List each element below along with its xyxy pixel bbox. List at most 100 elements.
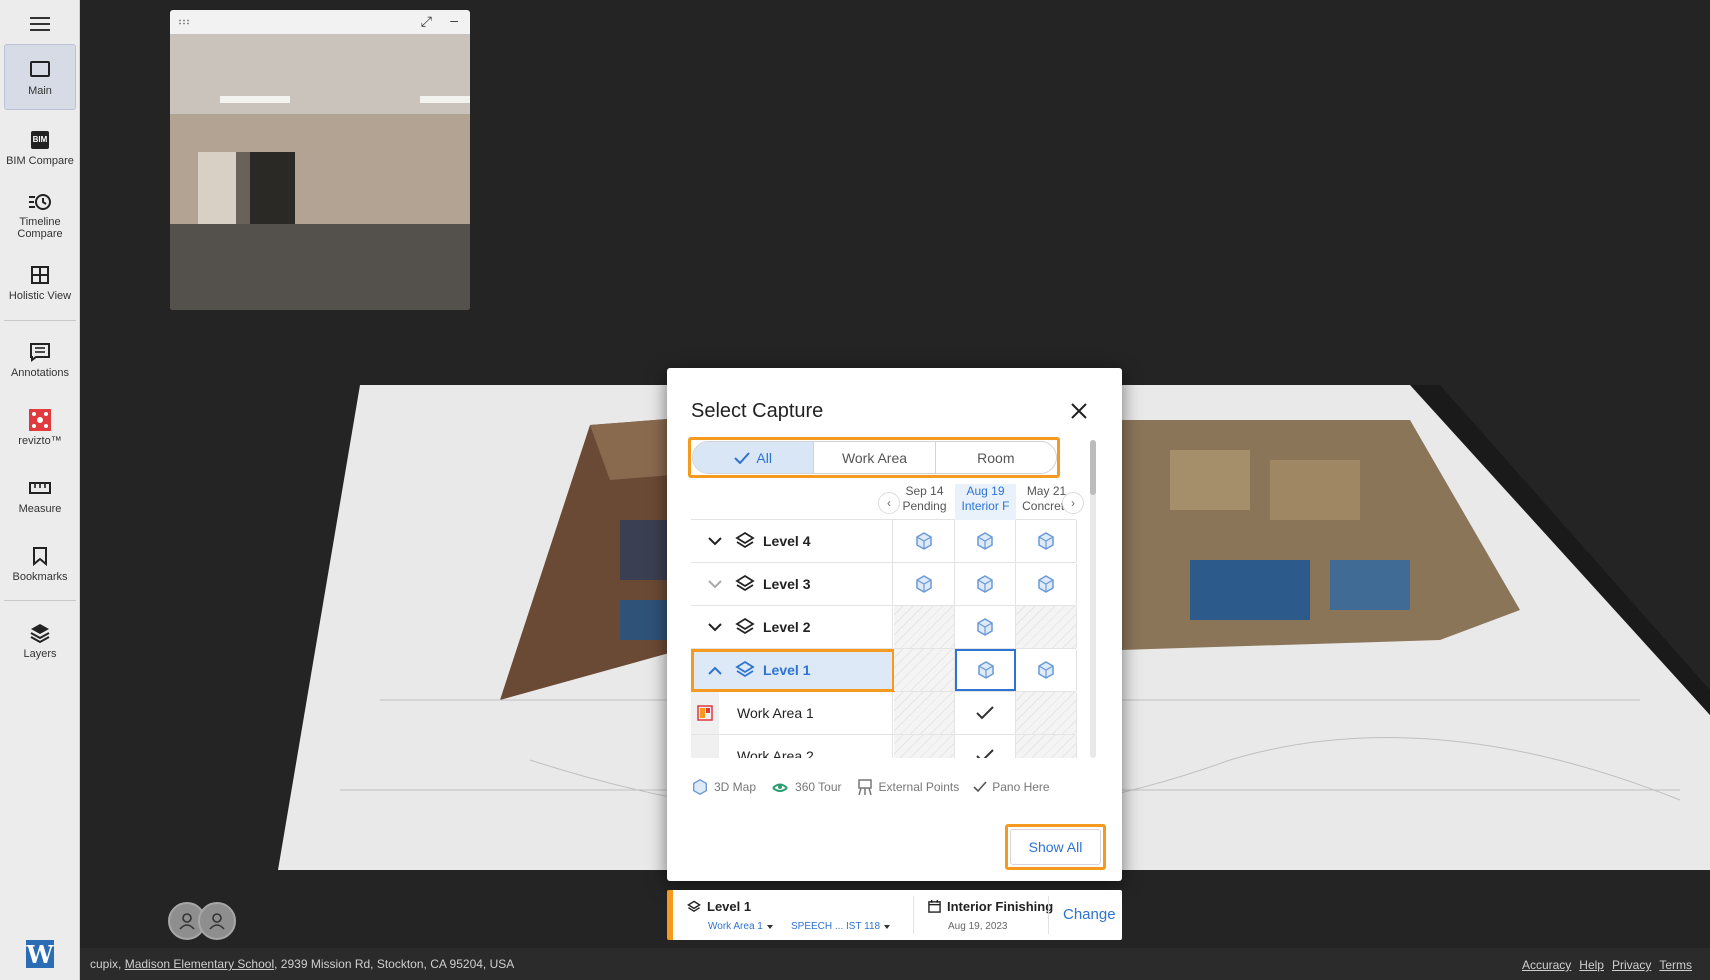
chevron-up-icon[interactable] <box>703 666 727 675</box>
3d-map-icon[interactable] <box>955 563 1016 605</box>
room-dropdown[interactable]: SPEECH ... IST 118 <box>791 921 891 932</box>
main-view-icon <box>28 58 52 82</box>
row-level-4[interactable]: Level 4 <box>691 520 893 562</box>
check-icon <box>734 451 751 464</box>
work-area-dropdown[interactable]: Work Area 1 <box>708 921 773 932</box>
sidebar-item-label: Layers <box>23 647 57 660</box>
brand: cupix, <box>90 957 122 971</box>
grid-icon <box>28 263 52 287</box>
sidebar-item-layers[interactable]: Layers <box>4 618 76 662</box>
current-level[interactable]: Level 1 <box>687 899 751 914</box>
3d-map-icon[interactable] <box>955 649 1016 691</box>
check-icon[interactable] <box>955 735 1016 758</box>
prev-dates-button[interactable]: ‹ <box>878 492 900 514</box>
project-link[interactable]: Madison Elementary School <box>125 957 274 971</box>
row-level-3[interactable]: Level 3 <box>691 563 893 605</box>
date-column-selected[interactable]: Aug 19 Interior F <box>955 484 1016 520</box>
sidebar: Main BIM BIM Compare Timeline Compare Ho… <box>0 0 80 980</box>
table-row: Level 1 <box>691 649 1077 692</box>
legend-360-tour: 360 Tour <box>770 779 842 795</box>
sidebar-divider <box>4 320 76 321</box>
divider <box>913 896 914 934</box>
3d-map-icon[interactable] <box>894 520 955 562</box>
empty-cell <box>1016 735 1077 758</box>
3d-map-icon[interactable] <box>894 563 955 605</box>
footer: cupix, Madison Elementary School, 2939 M… <box>80 948 1710 980</box>
layers-icon <box>735 574 755 594</box>
row-work-area-2[interactable]: Work Area 2 <box>691 735 893 758</box>
empty-cell <box>1016 606 1077 648</box>
sidebar-item-label: Holistic View <box>8 289 72 302</box>
chevron-down-icon[interactable] <box>703 536 727 546</box>
panorama-window[interactable]: ⤢ – <box>170 10 470 310</box>
layers-icon <box>735 531 755 551</box>
sidebar-item-main[interactable]: Main <box>4 44 76 110</box>
select-capture-dialog: Select Capture All Work Area Room ‹ Sep … <box>667 368 1122 881</box>
filter-tab-work-area[interactable]: Work Area <box>814 442 936 473</box>
check-icon <box>973 781 987 793</box>
date-column[interactable]: Sep 14 Pending <box>894 484 955 520</box>
panorama-titlebar[interactable]: ⤢ – <box>170 10 470 34</box>
table-row: Level 4 <box>691 520 1077 563</box>
avatar[interactable] <box>198 902 236 940</box>
minimize-icon[interactable]: – <box>450 12 458 28</box>
filter-tab-room[interactable]: Room <box>936 442 1056 473</box>
terms-link[interactable]: Terms <box>1659 958 1692 972</box>
legend: 3D Map 360 Tour External Points Pano Her… <box>691 778 1050 796</box>
calendar-icon <box>928 900 941 913</box>
3d-map-icon[interactable] <box>955 606 1016 648</box>
sidebar-item-label: Measure <box>18 502 62 515</box>
capture-grid: ‹ Sep 14 Pending Aug 19 Interior F May 2… <box>691 482 1096 758</box>
show-all-button[interactable]: Show All <box>1010 829 1101 865</box>
help-link[interactable]: Help <box>1579 958 1604 972</box>
check-icon[interactable] <box>955 692 1016 734</box>
3d-map-icon <box>693 779 707 795</box>
row-work-area-1[interactable]: Work Area 1 <box>691 692 893 734</box>
layers-icon <box>735 617 755 637</box>
change-button[interactable]: Change <box>1063 906 1116 923</box>
360-tour-icon <box>772 783 788 792</box>
row-level-1[interactable]: Level 1 <box>691 649 893 691</box>
sidebar-item-timeline-compare[interactable]: Timeline Compare <box>4 190 76 240</box>
filter-tab-all[interactable]: All <box>693 442 815 473</box>
sidebar-item-measure[interactable]: Measure <box>4 474 76 516</box>
sidebar-item-revizto[interactable]: revizto™ <box>4 404 76 450</box>
current-phase: Interior Finishing <box>928 899 1053 914</box>
chevron-down-icon[interactable] <box>703 622 727 632</box>
expand-icon[interactable]: ⤢ <box>421 13 432 30</box>
sidebar-item-bookmarks[interactable]: Bookmarks <box>4 542 76 584</box>
drag-handle-icon[interactable] <box>178 19 190 25</box>
legend-pano-here: Pano Here <box>973 780 1050 794</box>
user-icon <box>209 913 225 930</box>
privacy-link[interactable]: Privacy <box>1612 958 1651 972</box>
sidebar-item-bim-compare[interactable]: BIM BIM Compare <box>4 120 76 174</box>
next-dates-button[interactable]: › <box>1062 492 1084 514</box>
sidebar-item-annotations[interactable]: Annotations <box>4 338 76 380</box>
chevron-down-icon[interactable] <box>703 579 727 589</box>
table-row: Work Area 1 <box>691 692 1077 735</box>
caret-down-icon <box>766 924 773 929</box>
company-logo: W <box>26 939 54 969</box>
sidebar-item-label: Main <box>28 84 52 97</box>
close-icon[interactable] <box>1068 400 1090 422</box>
capture-info-bar: Level 1 Work Area 1 SPEECH ... IST 118 I… <box>667 890 1122 940</box>
row-level-2[interactable]: Level 2 <box>691 606 893 648</box>
panorama-image[interactable] <box>170 34 470 310</box>
footer-links: Accuracy Help Privacy Terms <box>1522 958 1692 972</box>
menu-button[interactable] <box>0 8 80 40</box>
sidebar-item-label: BIM Compare <box>6 154 74 167</box>
layers-icon <box>28 621 52 645</box>
work-area-icon <box>691 735 719 758</box>
hamburger-icon <box>30 23 50 25</box>
capture-date: Aug 19, 2023 <box>948 921 1008 932</box>
3d-map-icon[interactable] <box>1016 563 1077 605</box>
legend-external-points: External Points <box>856 778 959 796</box>
3d-map-icon[interactable] <box>955 520 1016 562</box>
empty-cell <box>1016 692 1077 734</box>
sidebar-item-holistic-view[interactable]: Holistic View <box>4 262 76 302</box>
accuracy-link[interactable]: Accuracy <box>1522 958 1571 972</box>
3d-map-icon[interactable] <box>1016 649 1077 691</box>
3d-map-icon[interactable] <box>1016 520 1077 562</box>
divider <box>1048 896 1049 934</box>
layers-icon <box>687 900 701 912</box>
